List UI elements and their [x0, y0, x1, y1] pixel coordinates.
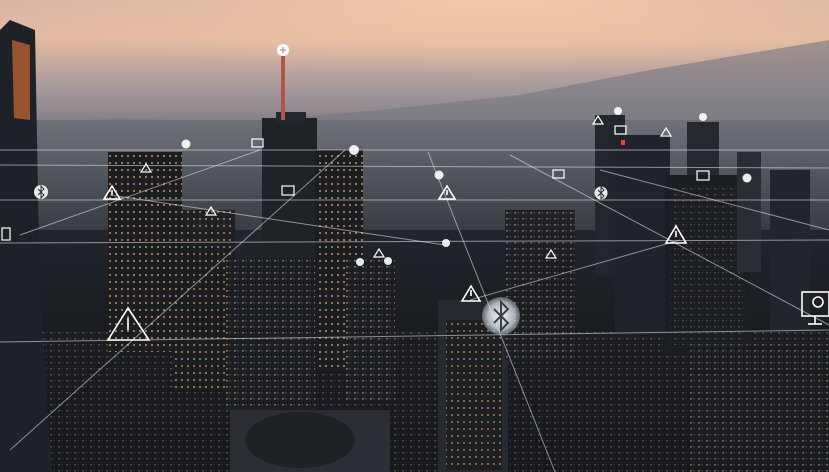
- info-dot-icon: [349, 145, 359, 155]
- info-dot-icon: [434, 170, 444, 180]
- info-dot-icon: [384, 257, 392, 265]
- bluetooth-icon: [594, 185, 608, 201]
- skyline-network-photo: [0, 0, 829, 472]
- antenna-mast: [281, 50, 285, 120]
- info-dot-icon: [742, 173, 752, 183]
- bluetooth-bubble-icon: [482, 297, 520, 335]
- tower-h: [615, 135, 670, 335]
- signal-icon: [277, 44, 289, 56]
- tower-e: [345, 260, 395, 400]
- info-dot-icon: [442, 239, 450, 247]
- bluetooth-icon: [34, 184, 48, 200]
- tower-k: [737, 152, 761, 272]
- tower-d: [225, 260, 315, 410]
- right-blocks: [690, 340, 829, 472]
- tower-l: [770, 170, 810, 330]
- info-dot-icon: [181, 139, 191, 149]
- left-tower-lit-facade: [12, 40, 30, 120]
- tower-f: [505, 210, 575, 360]
- red-light: [621, 140, 625, 145]
- beacon-dot-icon: [614, 107, 622, 115]
- info-dot-icon: [356, 258, 364, 266]
- scene-canvas: [0, 0, 829, 472]
- beacon-dot-icon: [699, 113, 707, 121]
